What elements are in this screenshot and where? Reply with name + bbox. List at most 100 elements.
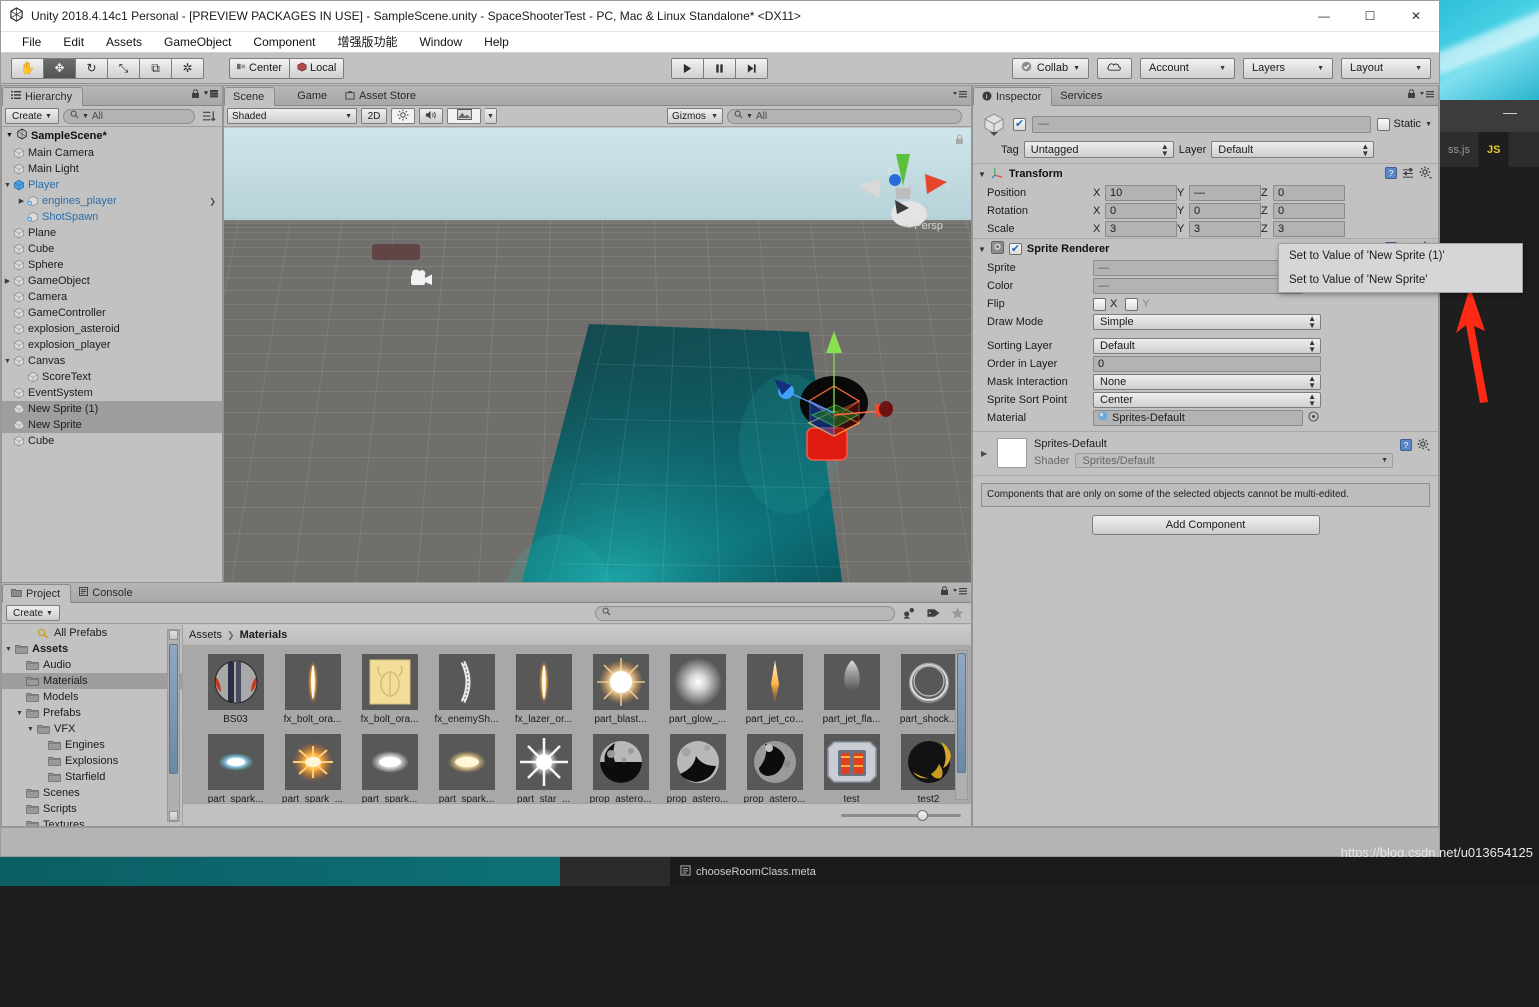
chevron-down-icon[interactable]: ▼: [24, 726, 37, 733]
breadcrumb-materials[interactable]: Materials: [240, 629, 288, 641]
asset-grid[interactable]: BS03 fx_bolt_ora... fx_bolt_ora... fx_enemy…: [183, 646, 971, 803]
sprite-field[interactable]: —: [1093, 260, 1303, 276]
tab-scene[interactable]: Scene: [224, 87, 276, 106]
background-tab-js[interactable]: JS: [1479, 132, 1510, 167]
lock-icon[interactable]: [940, 586, 949, 599]
hierarchy-item[interactable]: New Sprite: [2, 417, 222, 433]
context-menu[interactable]: Set to Value of 'New Sprite (1)' Set to …: [1278, 243, 1523, 293]
tab-game[interactable]: Game: [275, 86, 337, 105]
chevron-down-icon[interactable]: ▼: [13, 710, 26, 717]
project-tree-item[interactable]: Explosions: [2, 753, 182, 769]
hierarchy-item[interactable]: ▼ Canvas: [2, 353, 222, 369]
project-tree-item[interactable]: Scenes: [2, 785, 182, 801]
layers-button[interactable]: Layers ▼: [1243, 57, 1333, 79]
menu-item-window[interactable]: Window: [408, 32, 473, 53]
hierarchy-item[interactable]: explosion_player: [2, 337, 222, 353]
maximize-button[interactable]: ☐: [1347, 1, 1393, 32]
transform-rotation-y-field[interactable]: 0: [1189, 203, 1261, 219]
project-tree-item[interactable]: ▼ VFX: [2, 721, 182, 737]
gear-icon[interactable]: [1419, 166, 1432, 182]
hierarchy-item[interactable]: New Sprite (1): [2, 401, 222, 417]
material-field[interactable]: Sprites-Default: [1093, 410, 1303, 426]
rotation-mode-button[interactable]: Local: [289, 57, 345, 79]
asset-item[interactable]: part_blast...: [582, 654, 659, 725]
rect-tool[interactable]: ⧉: [139, 57, 172, 79]
step-button[interactable]: [735, 57, 768, 79]
draw-mode-dropdown[interactable]: Simple ▲ ▼: [1093, 314, 1321, 330]
chevron-right-icon[interactable]: ▶: [16, 197, 27, 205]
chevron-down-icon[interactable]: ▼: [978, 245, 986, 254]
scene-search-input[interactable]: ▼ All: [727, 108, 962, 124]
fx-toggle-button[interactable]: [447, 108, 481, 124]
transform-rotation-x-field[interactable]: 0: [1105, 203, 1177, 219]
asset-item[interactable]: fx_lazer_or...: [505, 654, 582, 725]
slider-knob[interactable]: [917, 809, 928, 821]
collab-button[interactable]: Collab ▼: [1011, 57, 1089, 79]
menu-item-assets[interactable]: Assets: [95, 32, 153, 53]
move-tool[interactable]: ✥: [43, 57, 76, 79]
transform-position-x-field[interactable]: 10: [1105, 185, 1177, 201]
hierarchy-item[interactable]: Cube: [2, 433, 222, 449]
menu-item-help[interactable]: Help: [473, 32, 520, 53]
layout-button[interactable]: Layout ▼: [1341, 57, 1431, 79]
project-tree-item[interactable]: ▼ Prefabs: [2, 705, 182, 721]
shader-dropdown[interactable]: Sprites/Default ▼: [1075, 453, 1393, 468]
hierarchy-item[interactable]: Main Light: [2, 161, 222, 177]
account-button[interactable]: Account ▼: [1140, 57, 1235, 79]
help-icon[interactable]: ?: [1385, 166, 1397, 182]
tag-dropdown[interactable]: Untagged ▲ ▼: [1023, 141, 1174, 158]
pivot-mode-button[interactable]: Center: [229, 57, 291, 79]
hierarchy-item[interactable]: explosion_asteroid: [2, 321, 222, 337]
filter-by-label-icon[interactable]: [923, 605, 943, 621]
draw-mode-dropdown[interactable]: Shaded ▼: [227, 108, 357, 124]
project-tree-scroll-thumb[interactable]: [169, 644, 178, 774]
help-icon[interactable]: ?: [1400, 438, 1412, 454]
chevron-down-icon[interactable]: ▼: [2, 358, 13, 365]
menu-item-gameobject[interactable]: GameObject: [153, 32, 242, 53]
chevron-down-icon[interactable]: ▼: [2, 646, 15, 653]
hierarchy-item[interactable]: GameController: [2, 305, 222, 321]
asset-item[interactable]: part_spark...: [428, 734, 505, 803]
chevron-down-icon[interactable]: ▼: [1425, 121, 1432, 128]
project-search-input[interactable]: [595, 605, 895, 621]
scene-context-menu-icon[interactable]: [204, 89, 218, 98]
tab-hierarchy[interactable]: Hierarchy: [2, 87, 84, 106]
object-picker-icon[interactable]: [1308, 411, 1319, 425]
static-checkbox[interactable]: [1376, 117, 1390, 131]
hierarchy-item[interactable]: ▼ Player: [2, 177, 222, 193]
breadcrumb-assets[interactable]: Assets: [189, 629, 222, 641]
panel-menu-icon[interactable]: [953, 587, 967, 599]
chevron-down-icon[interactable]: ▼: [2, 182, 13, 189]
transform-component-header[interactable]: ▼ Transform ?: [973, 164, 1438, 184]
asset-item[interactable]: part_jet_co...: [736, 654, 813, 725]
filter-by-type-icon[interactable]: [899, 605, 919, 621]
hierarchy-item[interactable]: Sphere: [2, 257, 222, 273]
hierarchy-item[interactable]: ShotSpawn: [2, 209, 222, 225]
project-tree-item[interactable]: Engines: [2, 737, 182, 753]
scroll-up-arrow[interactable]: [169, 630, 178, 640]
lock-icon[interactable]: [191, 89, 200, 102]
mask-interaction-dropdown[interactable]: None ▲ ▼: [1093, 374, 1321, 390]
menu-item-[interactable]: 增强版功能: [326, 32, 408, 53]
color-field[interactable]: —: [1093, 278, 1303, 294]
chevron-right-icon[interactable]: ❯: [209, 197, 222, 206]
asset-item[interactable]: part_spark...: [351, 734, 428, 803]
scroll-down-arrow[interactable]: [169, 811, 178, 821]
gear-icon[interactable]: [1417, 438, 1430, 454]
background-tab-ssjs[interactable]: ss.js: [1440, 132, 1479, 167]
preset-icon[interactable]: [1402, 167, 1414, 182]
asset-item[interactable]: part_spark...: [197, 734, 274, 803]
cloud-button[interactable]: [1097, 57, 1132, 79]
hierarchy-item[interactable]: ▶ engines_player ❯: [2, 193, 222, 209]
panel-menu-icon[interactable]: [1420, 90, 1434, 102]
hierarchy-item[interactable]: Plane: [2, 225, 222, 241]
transform-position-z-field[interactable]: 0: [1273, 185, 1345, 201]
asset-item[interactable]: prop_astero...: [736, 734, 813, 803]
gizmos-dropdown[interactable]: Gizmos ▼: [667, 108, 723, 124]
transform-rotation-z-field[interactable]: 0: [1273, 203, 1345, 219]
chevron-right-icon[interactable]: ▶: [2, 277, 13, 285]
context-menu-item-set-new-sprite-1[interactable]: Set to Value of 'New Sprite (1)': [1279, 244, 1522, 268]
camera-gizmo-icon[interactable]: [408, 268, 438, 292]
lighting-toggle-button[interactable]: [391, 108, 415, 124]
play-button[interactable]: [671, 57, 704, 79]
